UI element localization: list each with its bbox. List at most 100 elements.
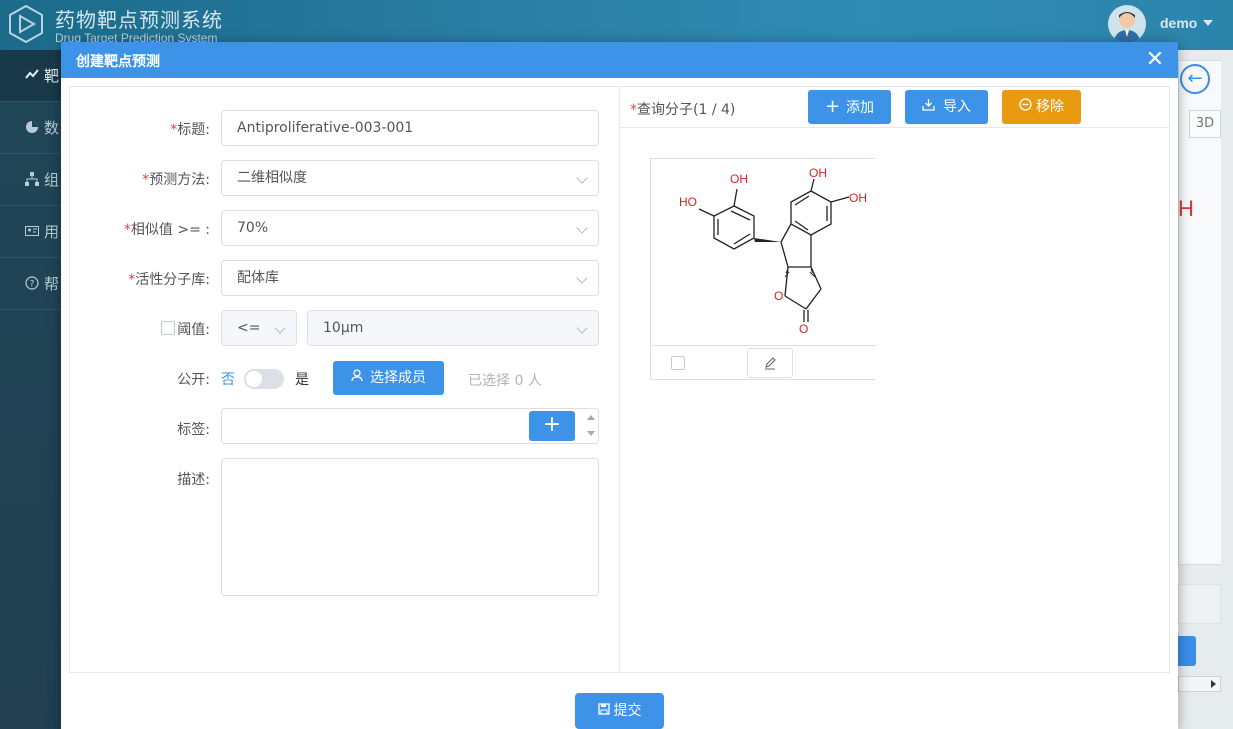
chevron-down-icon [576,172,588,184]
sidebar-item-groups[interactable]: 组 [0,154,61,206]
threshold-operator-value: <= [237,320,261,336]
back-arrow-icon[interactable]: ← [1180,64,1210,94]
background-button[interactable] [1178,636,1196,666]
similarity-select[interactable]: 70% [221,210,599,246]
molecule-checkbox[interactable] [671,356,685,370]
org-icon [25,172,39,186]
close-icon[interactable]: ✕ [1143,48,1167,72]
tags-spinner[interactable] [584,409,598,443]
add-tag-button[interactable]: + [529,411,575,441]
app-title: 药物靶点预测系统 [55,8,223,32]
add-label: 添加 [846,100,875,116]
threshold-label: 阈值: [177,322,210,338]
toggle-knob [246,371,262,387]
chevron-down-icon[interactable] [1203,20,1213,26]
chevron-down-icon [274,322,286,334]
sidebar-item-users[interactable]: 用 [0,206,61,258]
view-3d-button[interactable]: 3D [1189,110,1221,138]
avatar-icon [1113,12,1141,43]
title-input[interactable]: Antiproliferative-003-001 [221,110,599,146]
trend-icon [25,67,39,81]
atom-oh: OH [849,191,867,205]
sidebar-item-label: 靶 [44,67,60,85]
edit-icon [765,357,776,370]
remove-label: 移除 [1036,99,1064,115]
atom-ho: HO [679,195,697,209]
submit-label: 提交 [613,703,642,719]
public-label: 公开: [177,372,210,388]
query-pane: *查询分子(1 / 4) + 添加 导入 移除 OH HO OH OH O O [620,87,1170,672]
plus-icon: + [824,96,841,117]
title-label: *标题: [170,122,210,138]
atom-oh: OH [809,166,827,180]
similarity-value: 70% [237,220,269,236]
dialog-header: 创建靶点预测 ✕ [61,42,1178,78]
save-icon [597,693,610,729]
method-select[interactable]: 二维相似度 [221,160,599,196]
user-icon [351,361,364,395]
pie-chart-icon [25,120,39,134]
sidebar-item-label: 用 [44,223,60,241]
spinner-down-icon[interactable] [587,431,595,436]
library-value: 配体库 [237,270,279,286]
threshold-value-select[interactable]: 10μm [307,310,599,346]
background-bar [1178,584,1221,624]
avatar[interactable] [1108,5,1146,43]
query-label: *查询分子(1 / 4) [630,102,736,118]
atom-o: O [799,322,808,336]
sidebar-item-data[interactable]: 数 [0,102,61,154]
description-label: 描述: [177,472,210,488]
svg-text:?: ? [30,280,35,290]
threshold-value: 10μm [323,320,364,336]
spinner-up-icon[interactable] [587,415,595,420]
sidebar-item-label: 数 [44,119,60,137]
public-no-label[interactable]: 否 [221,369,235,389]
query-toolbar: *查询分子(1 / 4) + 添加 导入 移除 [620,87,1170,128]
selected-count: 已选择 0 人 [468,373,542,389]
select-members-label: 选择成员 [370,370,426,386]
public-yes-label[interactable]: 是 [295,369,309,389]
sidebar-item-help[interactable]: ? 帮 [0,258,61,310]
method-label: *预测方法: [142,172,210,188]
scroll-right-icon[interactable] [1211,680,1216,688]
create-prediction-dialog: 创建靶点预测 ✕ *标题: Antiproliferative-003-001 … [61,42,1178,729]
select-members-button[interactable]: 选择成员 [333,361,444,395]
import-icon [922,90,935,124]
import-button[interactable]: 导入 [905,90,988,124]
dialog-title: 创建靶点预测 [76,54,160,70]
molecule-card[interactable]: OH HO OH OH O O [650,158,876,380]
molecule-card-footer [651,345,876,380]
dialog-body: *标题: Antiproliferative-003-001 *预测方法: 二维… [69,86,1170,673]
sidebar-item-targets[interactable]: 靶 [0,50,61,102]
sidebar-item-label: 组 [44,171,60,189]
threshold-operator-select[interactable]: <= [221,310,297,346]
edit-molecule-button[interactable] [747,348,793,378]
import-label: 导入 [943,99,971,115]
logo [6,4,46,44]
library-select[interactable]: 配体库 [221,260,599,296]
chevron-down-icon [576,322,588,334]
form-pane: *标题: Antiproliferative-003-001 *预测方法: 二维… [70,87,620,672]
sidebar: 靶 数 组 用 ? 帮 [0,50,61,729]
logo-icon [9,4,43,44]
tags-label: 标签: [177,422,210,438]
remove-button[interactable]: 移除 [1002,90,1081,124]
molecule-structure: OH HO OH OH O O [679,166,867,336]
user-card-icon [25,224,39,238]
method-value: 二维相似度 [237,170,307,186]
submit-button[interactable]: 提交 [575,693,664,729]
public-toggle[interactable] [244,369,284,389]
add-molecule-button[interactable]: + 添加 [808,90,891,124]
chevron-down-icon [576,272,588,284]
help-icon: ? [25,276,39,290]
sidebar-item-label: 帮 [44,275,60,293]
chevron-down-icon [576,222,588,234]
atom-oh: OH [730,172,748,186]
minus-circle-icon [1019,90,1032,124]
user-name[interactable]: demo [1160,15,1197,31]
library-label: *活性分子库: [128,272,210,288]
description-textarea[interactable] [221,458,599,596]
similarity-label: *相似值 >= : [123,222,210,238]
background-molecule-fragment: H [1178,196,1194,221]
atom-o: O [774,289,783,303]
